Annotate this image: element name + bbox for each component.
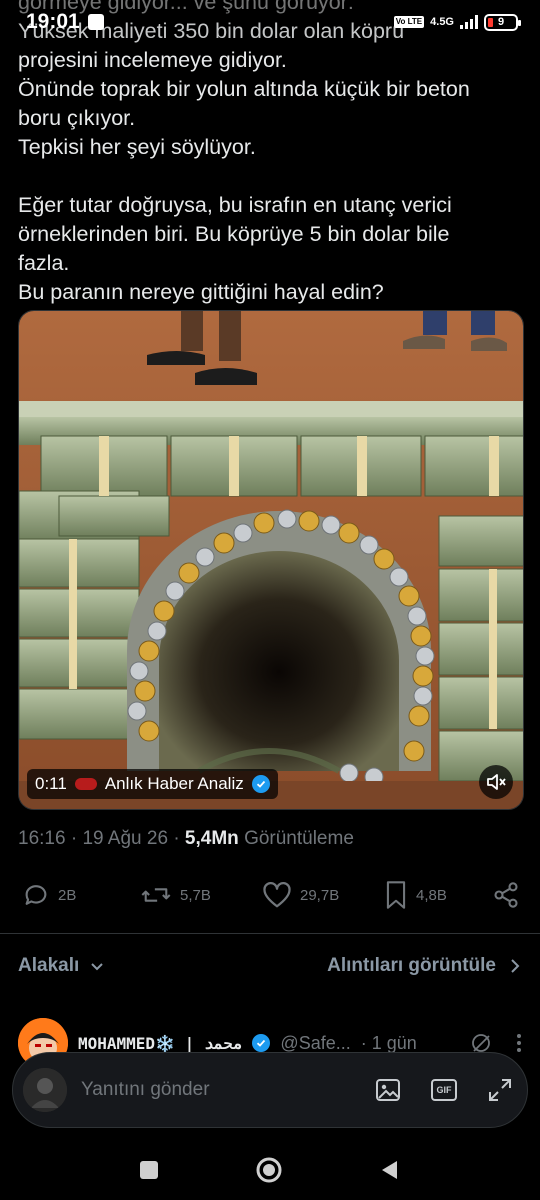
video-source: Anlık Haber Analiz [104,774,244,793]
reply-composer[interactable]: Yanıtını gönder GIF [12,1052,528,1128]
tweet-line: Tepkisi her şeyi söylüyor. [18,135,256,159]
share-button[interactable] [492,881,520,909]
status-bar: 19:01 Vo LTE 4.5G 9 [0,0,540,44]
tweet-line: fazla. [18,251,70,275]
reply-author-name: MOHAMMED❄️ | محمد [78,1033,243,1053]
grok-icon[interactable] [470,1032,492,1054]
verified-badge-icon [251,775,270,793]
tweet-meta: 16:16 · 19 Ağu 26 · 5,4Mn Görüntüleme [18,828,354,849]
recents-button[interactable] [139,1160,159,1180]
tweet-date: 19 Ağu 26 [82,828,169,849]
tweet-line: örneklerinden biri. Bu köprüye 5 bin dol… [18,222,450,246]
notification-icon [87,14,104,30]
tweet-line: Önünde toprak bir yolun altında küçük bi… [18,77,470,101]
share-icon [494,882,518,908]
related-label: Alakalı [18,955,80,976]
reply-button[interactable]: 2B [22,881,76,909]
tweet-time: 16:16 [18,828,66,849]
video-info-badge: 0:11 Anlık Haber Analiz [27,769,278,799]
video-frame [19,311,523,809]
image-icon[interactable] [375,1078,401,1102]
gif-button[interactable]: GIF [431,1079,457,1101]
action-bar: 2B 5,7B 29,7B 4,8B [0,870,540,920]
tweet-line: projesini incelemeye gidiyor. [18,48,287,72]
speaker-muted-icon [487,774,506,790]
views-count: 5,4Mn [184,828,239,849]
reply-time: · 1 gün [360,1032,417,1053]
view-quotes-link[interactable]: Alıntıları görüntüle [327,955,522,977]
network-type: 4.5G [430,16,454,28]
source-logo-icon [74,778,97,790]
views-label: Görüntüleme [244,828,354,849]
tweet-line: Eğer tutar doğruysa, bu israfın en utanç… [18,193,452,217]
repost-count: 5,7B [180,886,211,904]
user-avatar [23,1068,67,1112]
heart-icon [263,882,291,908]
volte-indicator: Vo LTE [393,16,425,28]
repost-button[interactable]: 5,7B [140,881,211,909]
reply-author-handle: @Safe... [280,1032,351,1053]
bookmark-button[interactable]: 4,8B [384,880,447,910]
view-quotes-label: Alıntıları görüntüle [327,955,496,976]
tweet-line: boru çıkıyor. [18,106,136,130]
video-duration: 0:11 [35,774,67,793]
back-button[interactable] [379,1159,401,1181]
like-count: 29,7B [300,886,340,904]
battery-level: 9 [497,16,505,28]
related-row: Alakalı Alıntıları görüntüle [18,955,522,977]
bookmark-count: 4,8B [416,886,447,904]
expand-icon[interactable] [487,1077,513,1103]
related-dropdown[interactable]: Alakalı [18,955,105,977]
like-button[interactable]: 29,7B [262,881,339,909]
battery-icon: 9 [484,13,521,31]
tweet-video[interactable]: 0:11 Anlık Haber Analiz [18,310,524,810]
home-button[interactable] [255,1156,283,1184]
divider [0,933,540,934]
chevron-right-icon [511,959,520,973]
gif-label: GIF [436,1085,452,1095]
mute-button[interactable] [479,765,513,799]
reply-icon [25,885,47,905]
reply-input[interactable]: Yanıtını gönder [81,1079,210,1101]
signal-icon [460,15,478,29]
system-nav-bar [0,1140,540,1200]
status-time: 19:01 [26,10,80,33]
verified-badge-icon [252,1034,271,1052]
tweet-text: görmeye gidiyor... ve şunu görüyor: Yüks… [18,0,518,307]
reply-count: 2B [58,886,77,904]
repost-icon [141,888,171,902]
tweet-line: Bu paranın nereye gittiğini hayal edin? [18,280,384,304]
more-options-icon[interactable] [516,1033,522,1053]
chevron-down-icon [91,963,103,971]
bookmark-icon [386,881,406,909]
